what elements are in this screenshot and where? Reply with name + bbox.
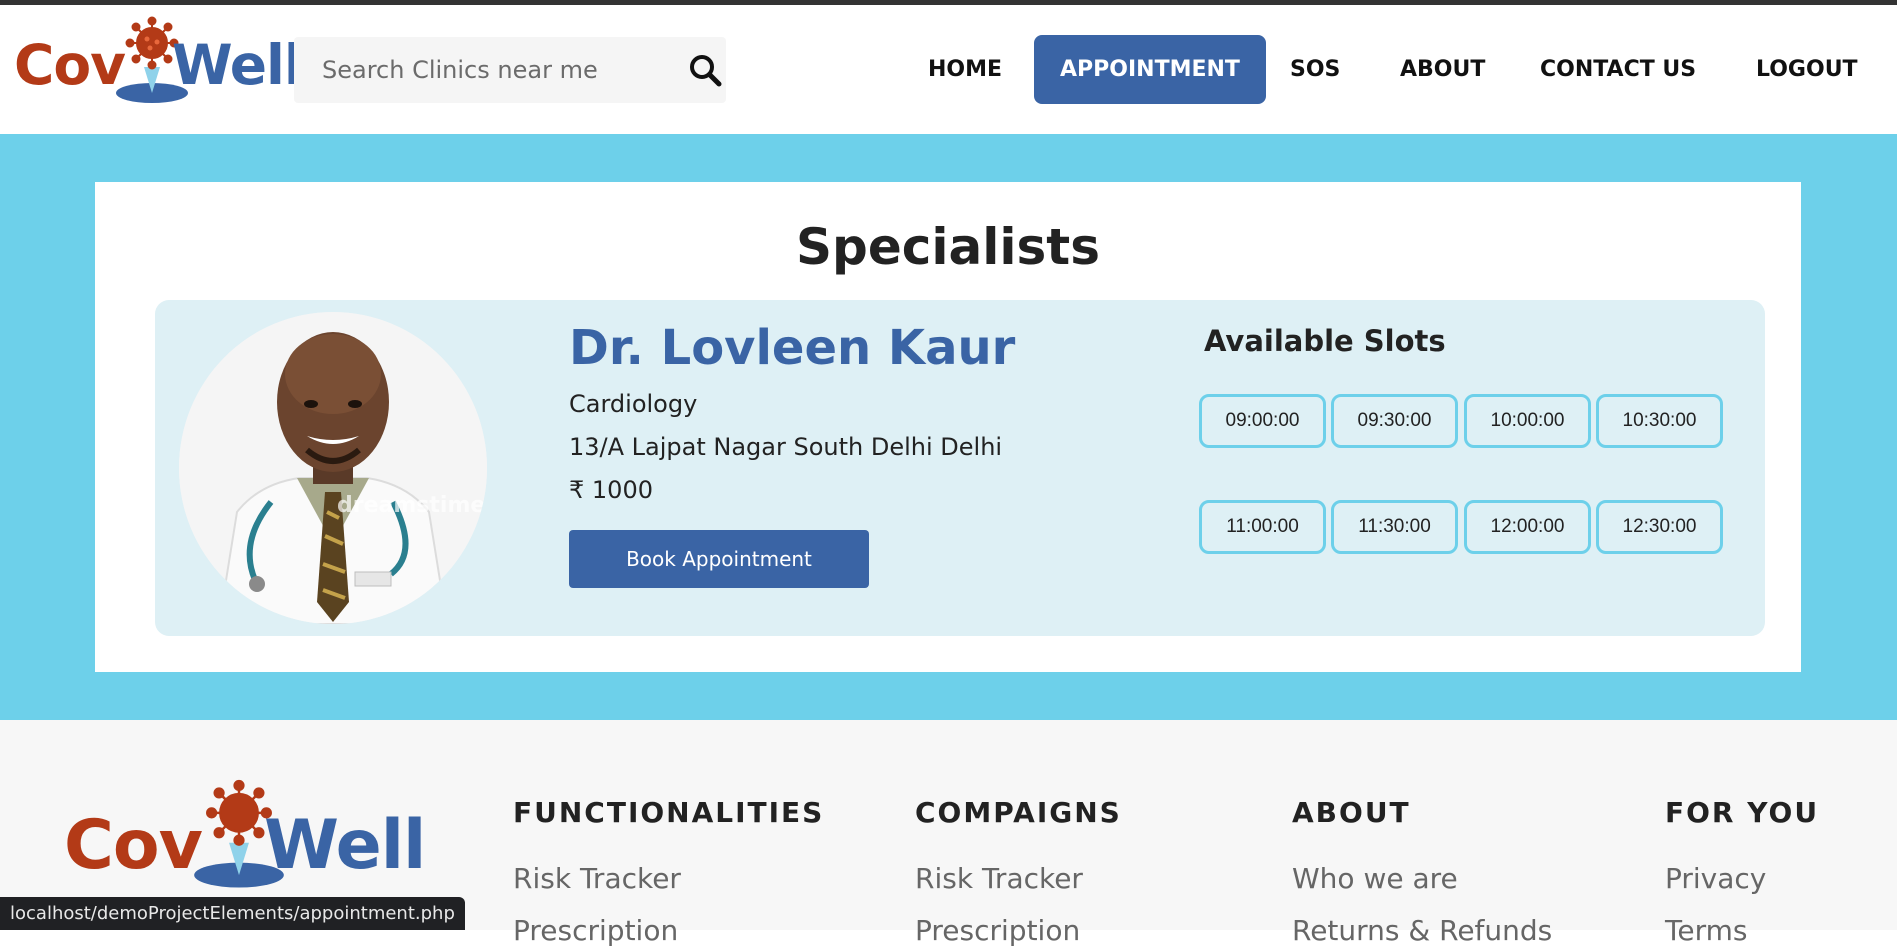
footer-logo-well: Well xyxy=(264,806,426,885)
book-appointment-button[interactable]: Book Appointment xyxy=(569,530,869,588)
footer-heading-compaigns: COMPAIGNS xyxy=(915,796,1122,829)
footer-link-risk-tracker-2[interactable]: Risk Tracker xyxy=(915,862,1083,895)
slot-1030[interactable]: 10:30:00 xyxy=(1596,394,1723,448)
nav-contact-us[interactable]: CONTACT US xyxy=(1514,35,1722,104)
footer-link-who-we-are[interactable]: Who we are xyxy=(1292,862,1458,895)
brand-logo[interactable]: Cov Well xyxy=(12,15,303,105)
doctor-address: 13/A Lajpat Nagar South Delhi Delhi xyxy=(569,433,1003,461)
nav-sos[interactable]: SOS xyxy=(1264,35,1366,104)
slot-0930[interactable]: 09:30:00 xyxy=(1331,394,1458,448)
footer-link-terms[interactable]: Terms xyxy=(1665,914,1747,947)
nav-about[interactable]: ABOUT xyxy=(1374,35,1511,104)
doctor-specialty: Cardiology xyxy=(569,390,698,418)
footer-logo[interactable]: Cov Well xyxy=(64,779,426,892)
specialists-panel: Specialists dreamstime. Dr. Lovleen Kaur… xyxy=(95,182,1801,672)
footer-logo-cov: Cov xyxy=(64,806,203,885)
logo-well-text: Well xyxy=(172,33,303,97)
footer-link-privacy[interactable]: Privacy xyxy=(1665,862,1766,895)
site-header: Cov Well Search Clinics near me HOME APP… xyxy=(0,5,1897,134)
doctor-photo: dreamstime. xyxy=(179,312,487,624)
slot-1200[interactable]: 12:00:00 xyxy=(1464,500,1591,554)
page-title: Specialists xyxy=(796,218,1100,276)
footer-link-prescription-2[interactable]: Prescription xyxy=(915,914,1080,947)
nav-appointment[interactable]: APPOINTMENT xyxy=(1034,35,1266,104)
slot-0900[interactable]: 09:00:00 xyxy=(1199,394,1326,448)
slot-1000[interactable]: 10:00:00 xyxy=(1464,394,1591,448)
footer-heading-for-you: FOR YOU xyxy=(1665,796,1820,829)
slot-1230[interactable]: 12:30:00 xyxy=(1596,500,1723,554)
footer-link-risk-tracker[interactable]: Risk Tracker xyxy=(513,862,681,895)
doctor-name: Dr. Lovleen Kaur xyxy=(569,320,1016,376)
footer-heading-functionalities: FUNCTIONALITIES xyxy=(513,796,825,829)
nav-logout[interactable]: LOGOUT xyxy=(1730,35,1884,104)
logo-cov-text: Cov xyxy=(14,33,126,97)
doctor-portrait-image: dreamstime. xyxy=(179,312,487,624)
footer-heading-about: ABOUT xyxy=(1292,796,1411,829)
slot-1100[interactable]: 11:00:00 xyxy=(1199,500,1326,554)
search-bar xyxy=(294,37,726,103)
footer-link-returns-refunds[interactable]: Returns & Refunds xyxy=(1292,914,1552,947)
photo-watermark: dreamstime. xyxy=(337,493,487,518)
doctor-fee: ₹ 1000 xyxy=(569,476,653,504)
doctor-card: dreamstime. Dr. Lovleen Kaur Cardiology … xyxy=(155,300,1765,636)
footer-link-prescription[interactable]: Prescription xyxy=(513,914,678,947)
nav-home[interactable]: HOME xyxy=(902,35,1028,104)
status-bar-url: localhost/demoProjectElements/appointmen… xyxy=(0,897,465,930)
search-icon[interactable] xyxy=(688,53,722,87)
slot-1130[interactable]: 11:30:00 xyxy=(1331,500,1458,554)
available-slots-title: Available Slots xyxy=(1204,324,1446,358)
search-input[interactable] xyxy=(322,37,662,103)
